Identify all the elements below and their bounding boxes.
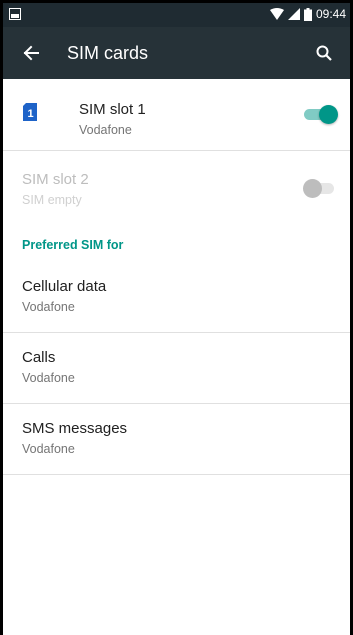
sim-slot-1[interactable]: 1 SIM slot 1 Vodafone bbox=[3, 79, 350, 151]
sim-slot-2-status: SIM empty bbox=[22, 193, 82, 207]
wifi-icon bbox=[269, 8, 284, 20]
status-bar: 09:44 bbox=[3, 3, 350, 27]
sim-slot-1-title: SIM slot 1 bbox=[79, 101, 146, 118]
back-button[interactable] bbox=[3, 27, 59, 79]
screen: 09:44 SIM cards 1 SIM slot 1 Vodafone SI… bbox=[3, 3, 350, 635]
toggle-knob bbox=[303, 179, 322, 198]
sim-slot-1-carrier: Vodafone bbox=[79, 123, 132, 137]
pref-cellular-data-value: Vodafone bbox=[22, 300, 75, 314]
sim-slot-2-title: SIM slot 2 bbox=[22, 171, 89, 188]
pref-calls[interactable]: Calls Vodafone bbox=[3, 333, 350, 404]
page-title: SIM cards bbox=[67, 42, 149, 63]
sim-slot-1-toggle[interactable] bbox=[304, 104, 338, 124]
clock: 09:44 bbox=[315, 7, 346, 21]
pref-sms-messages-title: SMS messages bbox=[22, 420, 128, 437]
preferred-sim-header: Preferred SIM for bbox=[22, 238, 124, 252]
sim-slot-2: SIM slot 2 SIM empty bbox=[3, 151, 350, 226]
pref-cellular-data[interactable]: Cellular data Vodafone bbox=[3, 262, 350, 333]
sim-card-icon: 1 bbox=[23, 103, 37, 121]
app-bar: SIM cards bbox=[3, 27, 350, 79]
pref-calls-value: Vodafone bbox=[22, 371, 75, 385]
toggle-knob bbox=[319, 105, 338, 124]
sim-badge-number: 1 bbox=[27, 108, 33, 120]
notification-icon bbox=[9, 8, 21, 20]
search-button[interactable] bbox=[302, 27, 346, 79]
sim-slot-2-toggle bbox=[303, 178, 336, 198]
pref-sms-messages[interactable]: SMS messages Vodafone bbox=[3, 404, 350, 475]
pref-sms-messages-value: Vodafone bbox=[22, 442, 75, 456]
pref-cellular-data-title: Cellular data bbox=[22, 278, 107, 295]
battery-icon bbox=[303, 7, 312, 21]
arrow-back-icon bbox=[23, 45, 39, 61]
pref-calls-title: Calls bbox=[22, 349, 56, 366]
signal-icon bbox=[287, 8, 300, 20]
search-icon bbox=[316, 45, 332, 61]
